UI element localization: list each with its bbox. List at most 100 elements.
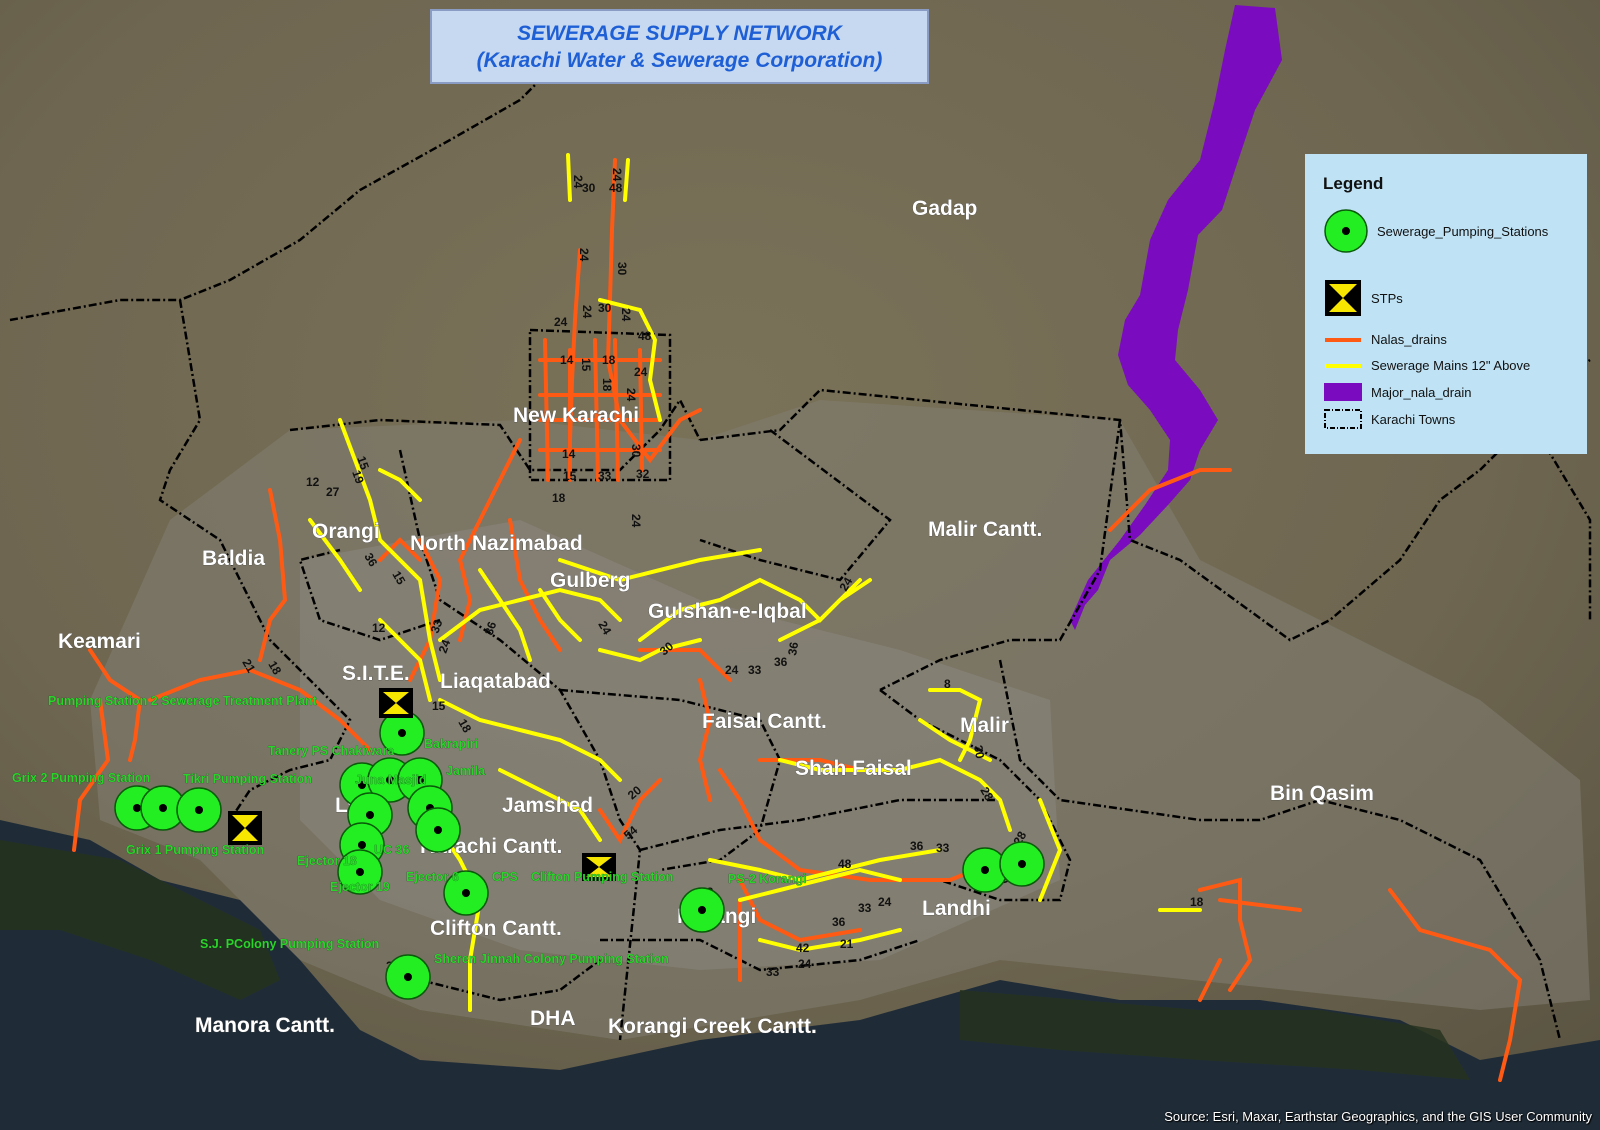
town-label: Liaqatabad: [440, 670, 551, 693]
pumping-station-icon: [999, 841, 1045, 887]
pipe-label: 18: [552, 491, 566, 505]
town-label: Gadap: [912, 197, 977, 220]
stp-icon: [1325, 280, 1361, 316]
town-label: Bin Qasim: [1270, 782, 1374, 805]
pumping-station-icon: [1324, 209, 1368, 253]
legend-item-major-nala: Major_nala_drain: [1323, 382, 1471, 402]
town-label: Manora Cantt.: [195, 1014, 335, 1037]
town-label: Gulberg: [550, 569, 631, 592]
town-label: DHA: [530, 1007, 576, 1030]
pipe-label: 30: [629, 444, 643, 458]
orange-line-icon: [1325, 337, 1361, 342]
purple-fill-icon: [1324, 383, 1362, 401]
station-label: Pumping Station 2 Sewerage Treatment Pla…: [48, 694, 318, 708]
town-label: Baldia: [202, 547, 265, 570]
pipe-label: 14: [560, 353, 574, 367]
pipe-label: 48: [609, 181, 623, 195]
town-label: Clifton Cantt.: [430, 917, 562, 940]
legend-label: Nalas_drains: [1371, 332, 1447, 347]
pipe-label: 14: [562, 447, 576, 461]
pipe-label: 30: [971, 744, 987, 760]
pipe-label: 36: [774, 655, 788, 669]
town-label: New Karachi: [513, 404, 639, 427]
station-label: Tikri Pumping Station: [183, 772, 312, 786]
pipe-label: 24: [554, 315, 568, 329]
map-title-box: SEWERAGE SUPPLY NETWORK (Karachi Water &…: [430, 9, 929, 84]
pipe-label: 33: [598, 469, 612, 483]
pipe-label: 24: [725, 663, 739, 677]
town-label: Gulshan-e-Iqbal: [648, 600, 807, 623]
station-label: Ejector 19: [330, 880, 390, 894]
town-label: Orangi: [312, 520, 380, 543]
pipe-label: 18: [602, 353, 616, 367]
pipe-label: 24: [580, 305, 594, 319]
pipe-label: 21: [840, 937, 854, 951]
pipe-label: 15: [563, 469, 577, 483]
pipe-label: 24: [798, 957, 812, 971]
station-label: Bakrapiri: [424, 737, 478, 751]
legend-label: STPs: [1371, 290, 1403, 306]
pumping-station-icon: [385, 954, 431, 1000]
pumping-station-icon: [176, 787, 222, 833]
station-label: Tanery PS Chakiwara: [268, 744, 395, 758]
pipe-label: 36: [785, 641, 801, 657]
town-label: S.I.T.E.: [342, 662, 410, 685]
source-attribution: Source: Esri, Maxar, Earthstar Geographi…: [1164, 1109, 1592, 1124]
pipe-label: 30: [598, 301, 612, 315]
town-label: Jamshed: [502, 794, 593, 817]
town-label: Shah Faisal: [795, 757, 912, 780]
station-label: Clifton Pumping Station: [531, 870, 673, 884]
pipe-label: 33: [748, 663, 762, 677]
legend-item-nalas: Nalas_drains: [1323, 332, 1447, 347]
legend-item-karachi-towns: Karachi Towns: [1323, 408, 1455, 430]
pipe-label: 24: [878, 895, 892, 909]
pipe-label: 24: [634, 365, 648, 379]
pipe-label: 33: [766, 965, 780, 979]
pipe-label: 18: [1190, 895, 1204, 909]
town-label: Faisal Cantt.: [702, 710, 827, 733]
pipe-label: 24: [624, 388, 638, 402]
town-label: Landhi: [922, 897, 991, 920]
pipe-label: 48: [638, 329, 652, 343]
station-label: Grix 2 Pumping Station: [12, 771, 150, 785]
pipe-label: 30: [615, 262, 629, 276]
legend-item-stps: STPs: [1323, 278, 1403, 318]
pipe-label: 27: [326, 485, 340, 499]
station-label: Ejector 6: [406, 870, 459, 884]
pipe-label: 24: [610, 168, 624, 182]
pipe-label: 24: [619, 308, 633, 322]
pipe-label: 24: [629, 514, 643, 528]
pipe-label: 18: [600, 378, 614, 392]
pipe-label: 12: [306, 475, 320, 489]
legend-label: Sewerage Mains 12" Above: [1371, 358, 1531, 373]
stp-icon: [379, 688, 413, 718]
town-label: Keamari: [58, 630, 141, 653]
pipe-label: 36: [832, 915, 846, 929]
pipe-label: 33: [936, 841, 950, 855]
pipe-label: 12: [372, 621, 386, 635]
pumping-station-icon: [415, 807, 461, 853]
legend-label: Major_nala_drain: [1371, 384, 1472, 400]
station-label: UC 36: [374, 843, 409, 857]
station-label: Jamila: [446, 764, 486, 778]
pipe-label: 15: [432, 699, 446, 713]
legend-item-pumping-stations: Sewerage_Pumping_Stations: [1323, 208, 1548, 254]
station-label: S.J. PColony Pumping Station: [200, 937, 379, 951]
legend-heading: Legend: [1323, 174, 1384, 193]
town-label: North Nazimabad: [410, 532, 583, 555]
legend-item-sewerage-mains: Sewerage Mains 12" Above: [1323, 358, 1530, 373]
pipe-label: 15: [579, 358, 593, 372]
pipe-label: 36: [910, 839, 924, 853]
dashed-boundary-icon: [1324, 409, 1362, 429]
pipe-label: 24: [577, 248, 591, 262]
station-label: PS-2 Korangi: [728, 872, 807, 886]
station-label: Grix 1 Pumping Station: [126, 843, 264, 857]
legend-panel: Legend Sewerage_Pumping_Stations STPs Na…: [1305, 154, 1587, 454]
legend-label: Karachi Towns: [1371, 411, 1456, 427]
station-label: Sheren Jinnah Colony Pumping Station: [434, 952, 669, 966]
pipe-label: 8: [944, 677, 951, 691]
map-title: SEWERAGE SUPPLY NETWORK: [517, 22, 842, 45]
station-label: Juna Masjid: [355, 773, 427, 787]
pipe-label: 33: [858, 901, 872, 915]
pipe-label: 30: [582, 181, 596, 195]
